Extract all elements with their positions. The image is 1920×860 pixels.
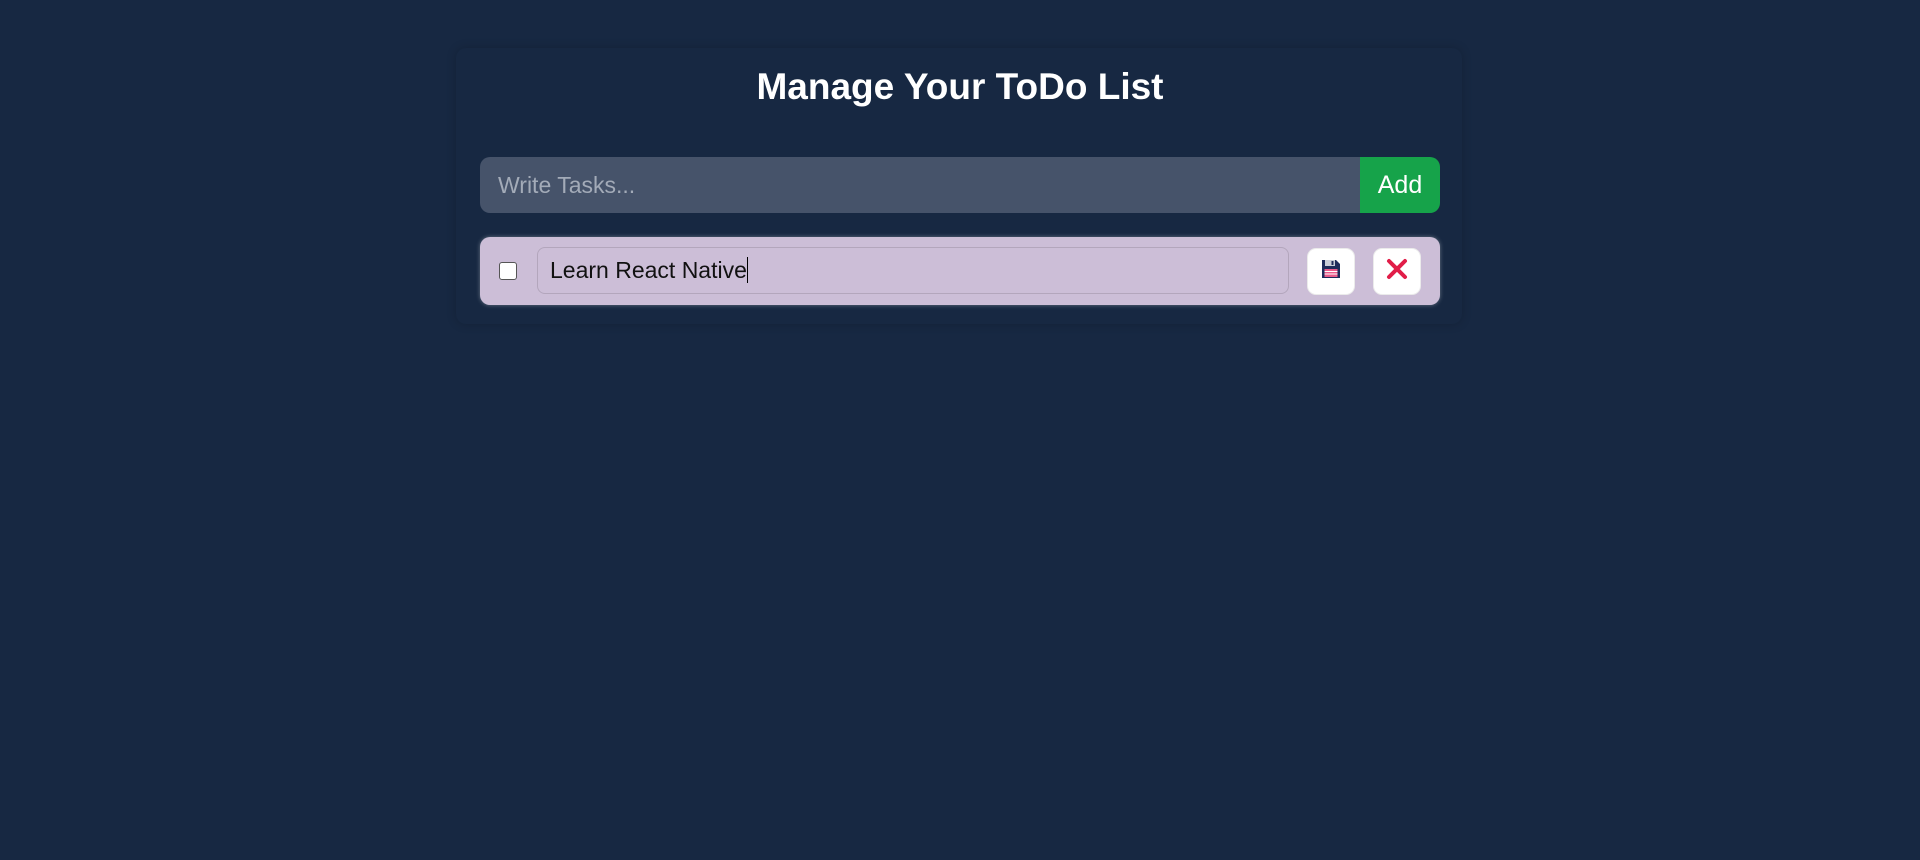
- todo-text-field[interactable]: Learn React Native: [537, 247, 1289, 294]
- floppy-disk-icon: [1320, 258, 1342, 285]
- text-cursor: [746, 257, 748, 283]
- todo-complete-checkbox[interactable]: [499, 262, 517, 280]
- todo-text: Learn React Native: [550, 257, 747, 283]
- delete-button[interactable]: [1373, 248, 1421, 295]
- add-button[interactable]: Add: [1360, 157, 1440, 213]
- close-icon: [1385, 257, 1409, 286]
- todo-item: Learn React Native: [480, 237, 1440, 305]
- add-task-form: Add: [480, 157, 1440, 213]
- task-input[interactable]: [480, 157, 1360, 213]
- page-title: Manage Your ToDo List: [756, 66, 1164, 107]
- save-button[interactable]: [1307, 248, 1355, 295]
